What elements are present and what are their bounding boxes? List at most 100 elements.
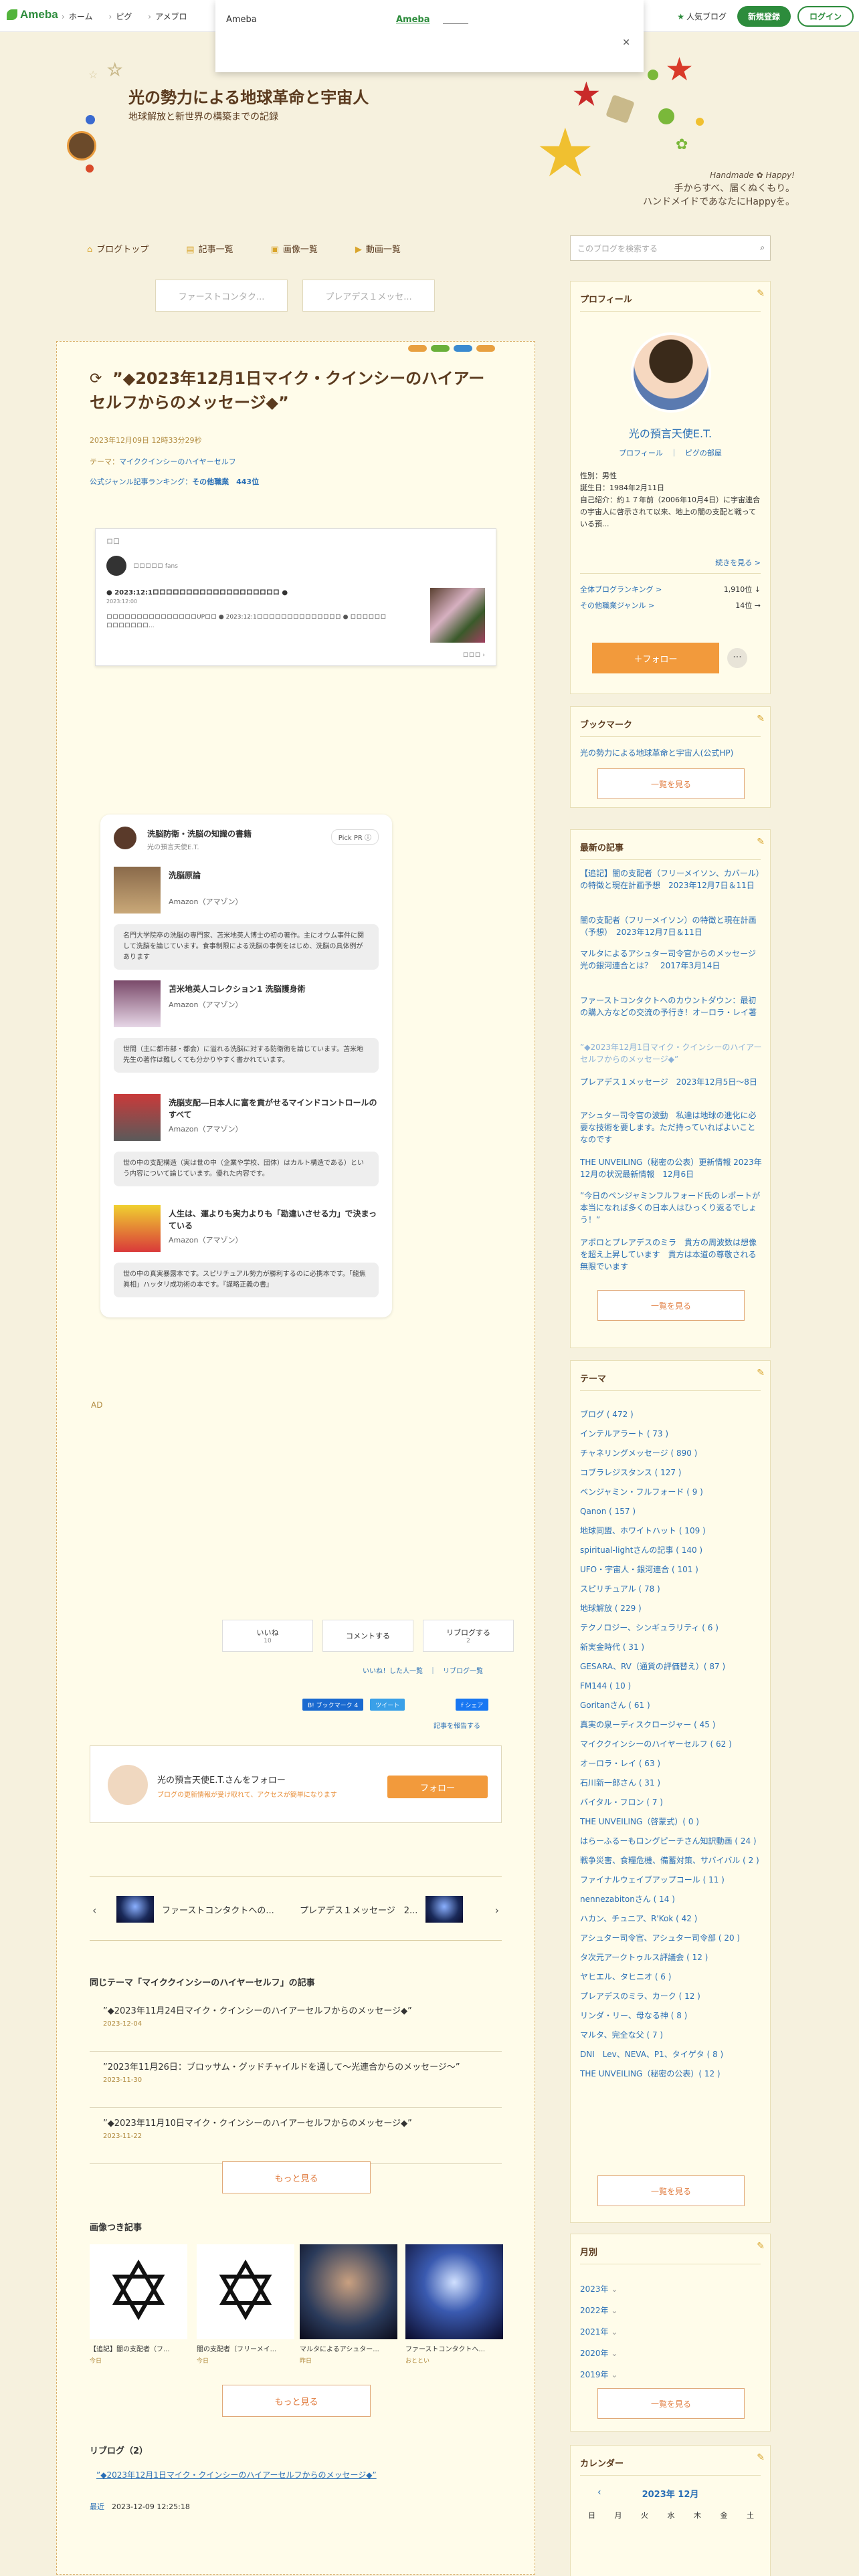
theme-item[interactable]: コブラレジスタンス ( 127 ) [580, 1463, 762, 1483]
prev-entry-link[interactable]: ファーストコンタクトへの... [116, 1896, 274, 1923]
theme-link[interactable]: マイククインシーのハイヤーセルフ [119, 457, 236, 466]
theme-item[interactable]: FM144 ( 10 ) [580, 1677, 762, 1696]
recent-entry-link-current[interactable]: ”◆2023年12月1日マイク・クインシーのハイアーセルフからのメッセージ◆” [580, 1041, 762, 1065]
list-item[interactable]: ”2023年11月26日：ブロッサム・グッドチャイルドを通して〜光連合からのメッ… [90, 2060, 502, 2108]
menu-blog-top[interactable]: ⌂ ブログトップ [87, 242, 149, 255]
theme-item[interactable]: DNI Lev、NEVA、P1、タイゲタ ( 8 ) [580, 2045, 762, 2064]
theme-item[interactable]: チャネリングメッセージ ( 890 ) [580, 1444, 762, 1463]
prev-entry-button[interactable]: ファーストコンタク... [155, 280, 288, 312]
menu-video-list[interactable]: ▶ 動画一覧 [355, 242, 401, 255]
like-button[interactable]: いいね 10 [222, 1620, 313, 1652]
chevron-left-icon[interactable]: ‹ [92, 1904, 96, 1917]
profile-name[interactable]: 光の預言天使E.T. [571, 425, 770, 441]
theme-item[interactable]: 真実の泉ーディスクロージャー ( 45 ) [580, 1715, 762, 1735]
theme-item[interactable]: ファイナルウェイブアップコール ( 11 ) [580, 1870, 762, 1890]
theme-item[interactable]: THE UNVEILING（秘密の公表）( 12 ) [580, 2064, 762, 2084]
theme-item[interactable]: オーロラ・レイ ( 63 ) [580, 1754, 762, 1774]
next-entry-link[interactable]: プレアデス１メッセージ 2... [300, 1896, 464, 1923]
theme-item[interactable]: ハカン、チュニア、R'Kok ( 42 ) [580, 1909, 762, 1929]
theme-item[interactable]: 地球解放 ( 229 ) [580, 1599, 762, 1618]
theme-item[interactable]: spiritual-lightさんの記事 ( 140 ) [580, 1541, 762, 1560]
theme-item[interactable]: UFO・宇宙人・銀河連合 ( 101 ) [580, 1560, 762, 1580]
nav-ameblo[interactable]: アメブロ [148, 11, 187, 22]
close-icon[interactable]: ✕ [622, 37, 630, 48]
bookmark-link[interactable]: 光の勢力による地球革命と宇宙人(公式HP) [580, 747, 762, 759]
recent-entry-link[interactable]: 【追記】闇の支配者（フリーメイソン、カバール）の特徴と現在計画予想 2023年1… [580, 867, 762, 891]
month-item[interactable]: 2019年 ⌄ [580, 2364, 617, 2385]
image-entry-card[interactable]: ファーストコンタクトへ... おととい [405, 2244, 503, 2365]
hatena-bookmark-button[interactable]: B! ブックマーク 4 [302, 1699, 364, 1711]
bookmark-list-button[interactable]: 一覧を見る [597, 768, 745, 799]
reblog-button[interactable]: リブログする 2 [423, 1620, 514, 1652]
genre-ranking-link[interactable]: その他職業ジャンル > [580, 600, 654, 611]
month-item[interactable]: 2022年 ⌄ [580, 2300, 617, 2321]
list-item[interactable]: ”◆2023年11月10日マイク・クインシーのハイアーセルフからのメッセージ◆”… [90, 2116, 502, 2164]
ameba-logo[interactable]: Ameba [7, 8, 58, 21]
read-more-link[interactable]: 続きを見る > [715, 557, 761, 568]
embedded-article-card[interactable]: ロ口 ロロロロロ fans ● 2023:12:1ロロロロロロロロロロロロロロロ… [95, 528, 496, 666]
theme-item[interactable]: タ次元アークトゥルス評議会 ( 12 ) [580, 1948, 762, 1967]
login-button[interactable]: ログイン [797, 6, 854, 27]
recent-entry-link[interactable]: アポロとプレアデスのミラ 貴方の周波数は想像を超え上昇しています 貴方は本道の尊… [580, 1237, 762, 1273]
month-item[interactable]: 2023年 ⌄ [580, 2278, 617, 2300]
ranking-link[interactable]: その他職業 443位 [192, 477, 259, 486]
recent-list-button[interactable]: 一覧を見る [597, 1290, 745, 1321]
month-item[interactable]: 2020年 ⌄ [580, 2343, 617, 2364]
theme-item[interactable]: ブログ ( 472 ) [580, 1405, 762, 1424]
image-entry-card[interactable]: マルタによるアシュター... 昨日 [300, 2244, 397, 2365]
theme-item[interactable]: ヤヒエル、タヒニオ ( 6 ) [580, 1967, 762, 1987]
blog-title[interactable]: 光の勢力による地球革命と宇宙人 [128, 84, 369, 108]
theme-item[interactable]: アシュター司令官、アシュター司令部 ( 20 ) [580, 1929, 762, 1948]
theme-item[interactable]: Qanon ( 157 ) [580, 1502, 762, 1521]
theme-item[interactable]: リンダ・リー、母なる神 ( 8 ) [580, 2006, 762, 2026]
theme-item[interactable]: インテルアラート ( 73 ) [580, 1424, 762, 1444]
recent-entry-link[interactable]: マルタによるアシュター司令官からのメッセージ 光の銀河連合とは？ 2017年3月… [580, 948, 764, 972]
nav-pigg[interactable]: ピグ [108, 11, 132, 22]
next-entry-button[interactable]: プレアデス１メッセ... [302, 280, 435, 312]
more-image-entries-button[interactable]: もっと見る [222, 2385, 371, 2417]
overall-ranking-link[interactable]: 全体ブログランキング > [580, 584, 662, 595]
theme-item[interactable]: マイククインシーのハイヤーセルフ ( 62 ) [580, 1735, 762, 1754]
image-entry-card[interactable]: ✡ 【追記】闇の支配者（フ... 今日 [90, 2244, 187, 2365]
article-title[interactable]: ”◆2023年12月1日マイク・クインシーのハイアーセルフからのメッセージ◆” [90, 366, 491, 415]
facebook-share-button[interactable]: f シェア [456, 1699, 489, 1711]
follow-button[interactable]: フォロー [387, 1776, 488, 1798]
recent-entry-link[interactable]: アシュター司令官の波動 私達は地球の進化に必要な技術を要します。ただ持っていれば… [580, 1109, 762, 1146]
theme-item[interactable]: GESARA、RV（通貨の評価替え）( 87 ) [580, 1657, 762, 1677]
popup-link[interactable]: Ameba [396, 15, 430, 25]
search-icon[interactable]: ⌕ [760, 243, 765, 253]
month-item[interactable]: 2021年 ⌄ [580, 2321, 617, 2343]
comment-button[interactable]: コメントする [322, 1620, 413, 1652]
recent-entry-link[interactable]: プレアデス１メッセージ 2023年12月5日〜8日 [580, 1076, 762, 1088]
recent-entry-link[interactable]: 闇の支配者（フリーメイソン）の特徴と現在計画（予想） 2023年12月7日＆11… [580, 914, 762, 938]
more-same-theme-button[interactable]: もっと見る [222, 2161, 371, 2193]
profile-links[interactable]: プロフィール ｜ ピグの部屋 [571, 447, 770, 458]
embed-more-link[interactable]: ロロロ › [463, 650, 485, 659]
theme-list-button[interactable]: 一覧を見る [597, 2175, 745, 2206]
blog-search-input[interactable]: このブログを検索する ⌕ [570, 235, 771, 261]
chevron-right-icon[interactable]: › [495, 1904, 499, 1917]
theme-item[interactable]: プレアデスのミラ、カーク ( 12 ) [580, 1987, 762, 2006]
recent-entry-link[interactable]: ”今日のペンジャミンフルフォード氏のレポートが本当になれば多くの日本人はひっくり… [580, 1190, 762, 1226]
sidebar-follow-button[interactable]: ＋フォロー [592, 643, 719, 673]
like-reblog-links[interactable]: いいね！した人一覧 ｜ リブログ一覧 [363, 1665, 483, 1675]
list-item[interactable]: ”◆2023年11月24日マイク・クインシーのハイアーセルフからのメッセージ◆”… [90, 2004, 502, 2052]
avatar[interactable] [631, 332, 711, 413]
theme-item[interactable]: nennezabitonさん ( 14 ) [580, 1890, 762, 1909]
image-entry-card[interactable]: ✡ 闇の支配者（フリーメイ... 今日 [197, 2244, 294, 2365]
theme-item[interactable]: 石川新一郎さん ( 31 ) [580, 1774, 762, 1793]
menu-image-list[interactable]: ▣ 画像一覧 [271, 242, 318, 255]
theme-item[interactable]: テクノロジー、シンギュラリティ ( 6 ) [580, 1618, 762, 1638]
theme-item[interactable]: ベンジャミン・フルフォード ( 9 ) [580, 1483, 762, 1502]
more-options-icon[interactable]: ··· [727, 648, 747, 668]
monthly-list-button[interactable]: 一覧を見る [597, 2388, 745, 2419]
theme-item[interactable]: マルタ、完全な父 ( 7 ) [580, 2026, 762, 2045]
theme-item[interactable]: Goritanさん ( 61 ) [580, 1696, 762, 1715]
register-button[interactable]: 新規登録 [737, 6, 791, 27]
theme-item[interactable]: はらーふるーもロングピーチさん知訳動画 ( 24 ) [580, 1832, 762, 1851]
tweet-button[interactable]: ツイート [370, 1699, 405, 1711]
theme-item[interactable]: THE UNVEILING（啓蒙式）( 0 ) [580, 1812, 762, 1832]
nav-home[interactable]: ホーム [62, 11, 93, 22]
report-link[interactable]: 記事を報告する [434, 1720, 480, 1730]
popular-blog-link[interactable]: 人気ブログ [677, 11, 727, 22]
